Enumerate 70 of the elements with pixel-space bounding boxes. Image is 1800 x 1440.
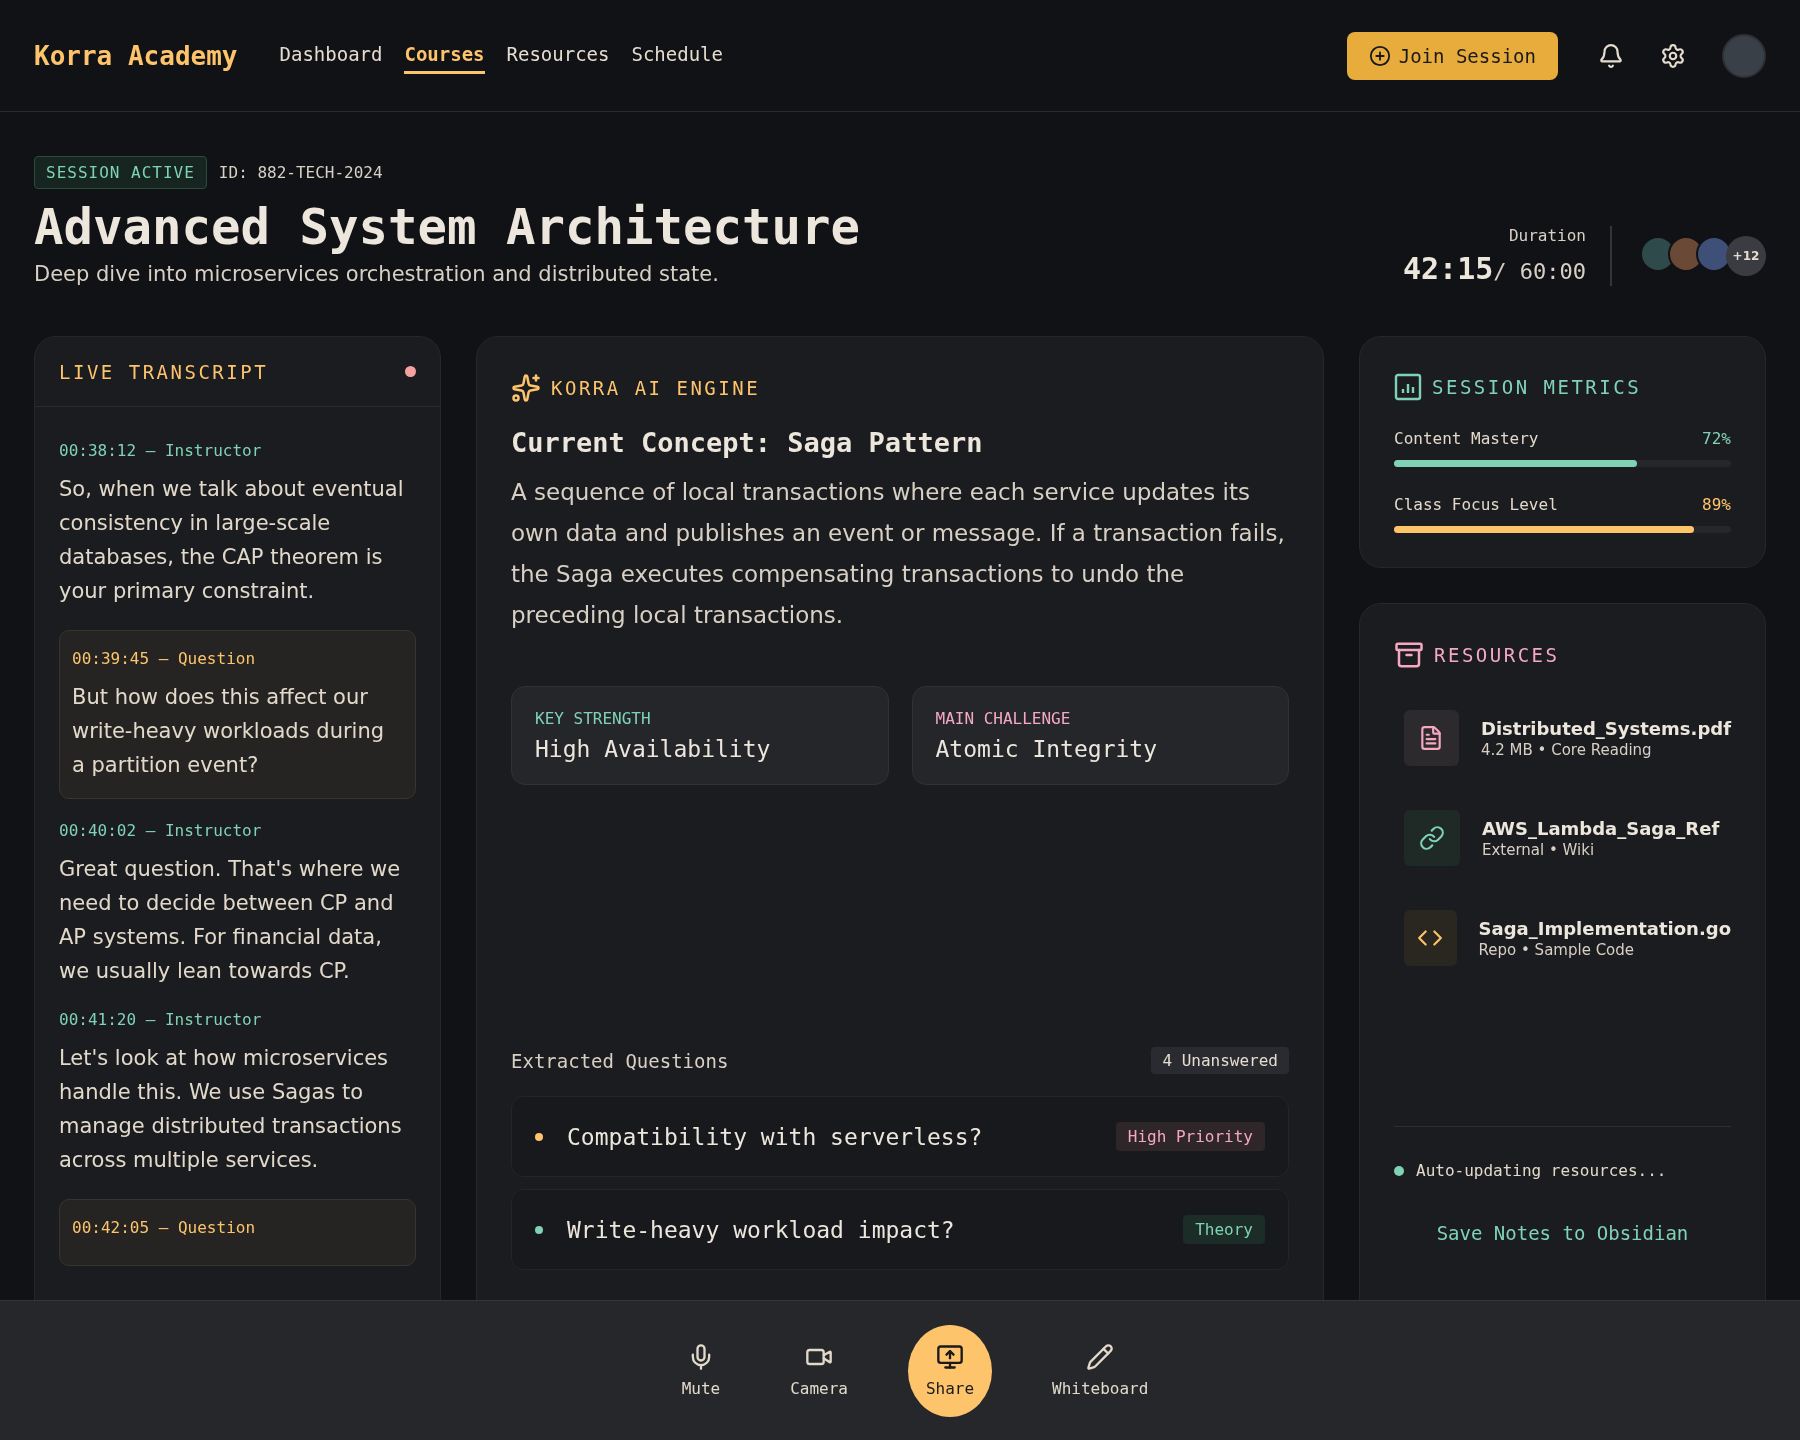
- question-tag: Theory: [1183, 1215, 1265, 1244]
- fact-label: KEY STRENGTH: [535, 709, 652, 728]
- panel-title: KORRA AI ENGINE: [551, 377, 761, 399]
- code-icon[interactable]: [1404, 910, 1457, 966]
- bar-chart-icon: [1394, 373, 1422, 401]
- concept-title: Current Concept: Saga Pattern: [511, 427, 984, 458]
- resource-name[interactable]: Distributed_Systems.pdf: [1481, 717, 1731, 739]
- transcript-meta: 00:39:45 — Question: [72, 649, 257, 668]
- status-dot-icon: [1394, 1165, 1404, 1176]
- question-tag: High Priority: [1115, 1122, 1265, 1151]
- resource-meta: External • Wiki: [1482, 840, 1596, 859]
- fact-label: MAIN CHALLENGE: [935, 709, 1072, 728]
- link-icon[interactable]: [1404, 810, 1460, 866]
- sparkles-icon: [511, 373, 541, 403]
- question-row[interactable]: Compatibility with serverless? High Priority: [511, 1096, 1289, 1177]
- concept-description: A sequence of local transactions where each service updates its own data and publishes an event or message. If a transaction fails, the Saga executes compensating transactions to undo the preceding local transactions.: [511, 478, 1286, 630]
- document-icon[interactable]: [1404, 710, 1459, 766]
- resource-name[interactable]: Saga_Implementation.go: [1478, 917, 1731, 939]
- metric-label: Class Focus Level: [1394, 495, 1558, 514]
- logo[interactable]: Korra Academy: [34, 40, 238, 71]
- unanswered-count: 4 Unanswered: [1151, 1047, 1289, 1074]
- call-control-button[interactable]: Whiteboard: [1042, 1343, 1159, 1398]
- question-row[interactable]: Write-heavy workload impact? Theory: [511, 1189, 1289, 1270]
- transcript-meta: 00:38:12 — Instructor: [59, 441, 263, 460]
- nav-tab[interactable]: Schedule: [631, 37, 723, 74]
- panel-title: LIVE TRANSCRIPT: [59, 360, 269, 383]
- panel-title: RESOURCES: [1434, 644, 1560, 666]
- transcript-meta: 00:40:02 — Instructor: [59, 821, 263, 840]
- question-text: Write-heavy workload impact?: [567, 1216, 956, 1243]
- call-control-button[interactable]: Share: [908, 1324, 992, 1417]
- questions-title: Extracted Questions: [511, 1049, 729, 1072]
- update-status: Auto-updating resources...: [1416, 1161, 1667, 1180]
- transcript-meta: 00:41:20 — Instructor: [59, 1010, 263, 1029]
- live-indicator-icon: [405, 366, 416, 377]
- transcript-text: So, when we talk about eventual consistency in large-scale databases, the CAP theorem is your primary constraint.: [59, 476, 405, 605]
- transcript-text: Great question. That's where we need to decide between CP and AP systems. For financial data, we usually lean towards CP.: [59, 856, 402, 985]
- transcript-text: But how does this affect our write-heavy workloads during a partition event?: [72, 684, 386, 779]
- nav-tab[interactable]: Courses: [404, 37, 485, 74]
- screen-share-icon: [936, 1343, 964, 1371]
- session-title: Advanced System Architecture: [34, 199, 861, 256]
- elapsed-time: 42:15: [1402, 251, 1494, 286]
- session-id: ID: 882-TECH-2024: [218, 163, 383, 182]
- save-notes-link[interactable]: Save Notes to Obsidian: [1436, 1222, 1689, 1244]
- notifications-button[interactable]: [1598, 42, 1624, 69]
- nav-tab[interactable]: Dashboard: [279, 37, 383, 74]
- session-subtitle: Deep dive into microservices orchestration and distributed state.: [34, 262, 720, 286]
- archive-icon: [1394, 640, 1424, 670]
- pencil-icon: [1086, 1343, 1115, 1371]
- resource-meta: 4.2 MB • Core Reading: [1481, 740, 1653, 759]
- resource-name[interactable]: AWS_Lambda_Saga_Ref: [1482, 817, 1720, 839]
- resource-meta: Repo • Sample Code: [1478, 940, 1636, 959]
- metric-value: 72%: [1702, 429, 1731, 448]
- metric-value: 89%: [1702, 495, 1731, 514]
- duration-label: Duration: [1508, 226, 1586, 245]
- question-text: Compatibility with serverless?: [567, 1123, 984, 1150]
- join-session-button[interactable]: Join Session: [1346, 31, 1558, 80]
- call-control-button[interactable]: Mute: [671, 1343, 731, 1398]
- fact-value: High Availability: [535, 736, 772, 762]
- nav-tab[interactable]: Resources: [506, 37, 610, 74]
- settings-button[interactable]: [1660, 42, 1686, 69]
- call-control-button[interactable]: Camera: [780, 1343, 858, 1398]
- plus-circle-icon: [1368, 44, 1391, 67]
- fact-value: Atomic Integrity: [935, 736, 1159, 762]
- metric-label: Content Mastery: [1394, 429, 1539, 448]
- total-time: / 60:00: [1493, 259, 1586, 284]
- transcript-meta: 00:42:05 — Question: [72, 1218, 257, 1237]
- participant-count: +12: [1726, 236, 1766, 276]
- panel-title: SESSION METRICS: [1432, 376, 1642, 398]
- transcript-text: Let's look at how microservices handle this. We use Sagas to manage distributed transactions across multiple services.: [59, 1045, 403, 1174]
- session-status-badge: SESSION ACTIVE: [34, 156, 207, 189]
